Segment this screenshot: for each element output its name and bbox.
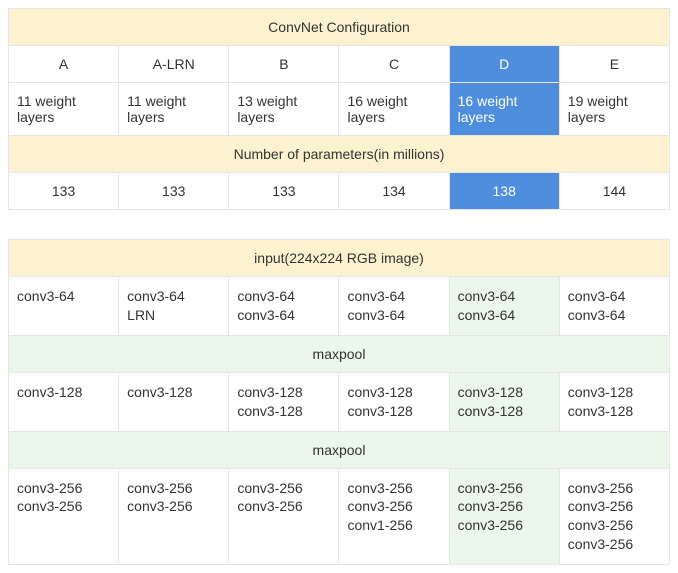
- b1-d: conv3-64conv3-64: [449, 277, 559, 336]
- param-d: 138: [449, 173, 559, 210]
- b3-a-lrn: conv3-256conv3-256: [119, 468, 229, 565]
- block1-row: conv3-64 conv3-64LRN conv3-64conv3-64 co…: [9, 277, 670, 336]
- param-a: 133: [9, 173, 119, 210]
- b1-b: conv3-64conv3-64: [229, 277, 339, 336]
- wl-c: 16 weight layers: [339, 83, 449, 136]
- b1-c: conv3-64conv3-64: [339, 277, 449, 336]
- wl-a-lrn: 11 weight layers: [119, 83, 229, 136]
- param-b: 133: [229, 173, 339, 210]
- b1-a-lrn: conv3-64LRN: [119, 277, 229, 336]
- col-a: A: [9, 46, 119, 83]
- column-header-row: A A-LRN B C D E: [9, 46, 670, 83]
- wl-e: 19 weight layers: [559, 83, 669, 136]
- maxpool-1: maxpool: [9, 335, 670, 372]
- block3-row: conv3-256conv3-256 conv3-256conv3-256 co…: [9, 468, 670, 565]
- col-c: C: [339, 46, 449, 83]
- params-row: 133 133 133 134 138 144: [9, 173, 670, 210]
- maxpool-2: maxpool: [9, 431, 670, 468]
- b2-e: conv3-128conv3-128: [559, 372, 669, 431]
- block2-row: conv3-128 conv3-128 conv3-128conv3-128 c…: [9, 372, 670, 431]
- b3-d: conv3-256conv3-256conv3-256: [449, 468, 559, 565]
- b3-c: conv3-256conv3-256conv1-256: [339, 468, 449, 565]
- b2-d: conv3-128conv3-128: [449, 372, 559, 431]
- col-d: D: [449, 46, 559, 83]
- b3-e: conv3-256conv3-256conv3-256conv3-256: [559, 468, 669, 565]
- col-e: E: [559, 46, 669, 83]
- col-b: B: [229, 46, 339, 83]
- b2-a-lrn: conv3-128: [119, 372, 229, 431]
- b3-b: conv3-256conv3-256: [229, 468, 339, 565]
- param-c: 134: [339, 173, 449, 210]
- wl-b: 13 weight layers: [229, 83, 339, 136]
- wl-d: 16 weight layers: [449, 83, 559, 136]
- title-params: Number of parameters(in millions): [9, 136, 670, 173]
- b1-a: conv3-64: [9, 277, 119, 336]
- title-input: input(224x224 RGB image): [9, 240, 670, 277]
- b3-a: conv3-256conv3-256: [9, 468, 119, 565]
- param-a-lrn: 133: [119, 173, 229, 210]
- param-e: 144: [559, 173, 669, 210]
- wl-a: 11 weight layers: [9, 83, 119, 136]
- b1-e: conv3-64conv3-64: [559, 277, 669, 336]
- title-config: ConvNet Configuration: [9, 9, 670, 46]
- convnet-table: ConvNet Configuration A A-LRN B C D E 11…: [8, 8, 670, 565]
- weight-layers-row: 11 weight layers 11 weight layers 13 wei…: [9, 83, 670, 136]
- col-a-lrn: A-LRN: [119, 46, 229, 83]
- b2-b: conv3-128conv3-128: [229, 372, 339, 431]
- b2-c: conv3-128conv3-128: [339, 372, 449, 431]
- b2-a: conv3-128: [9, 372, 119, 431]
- spacer-row: [9, 210, 670, 240]
